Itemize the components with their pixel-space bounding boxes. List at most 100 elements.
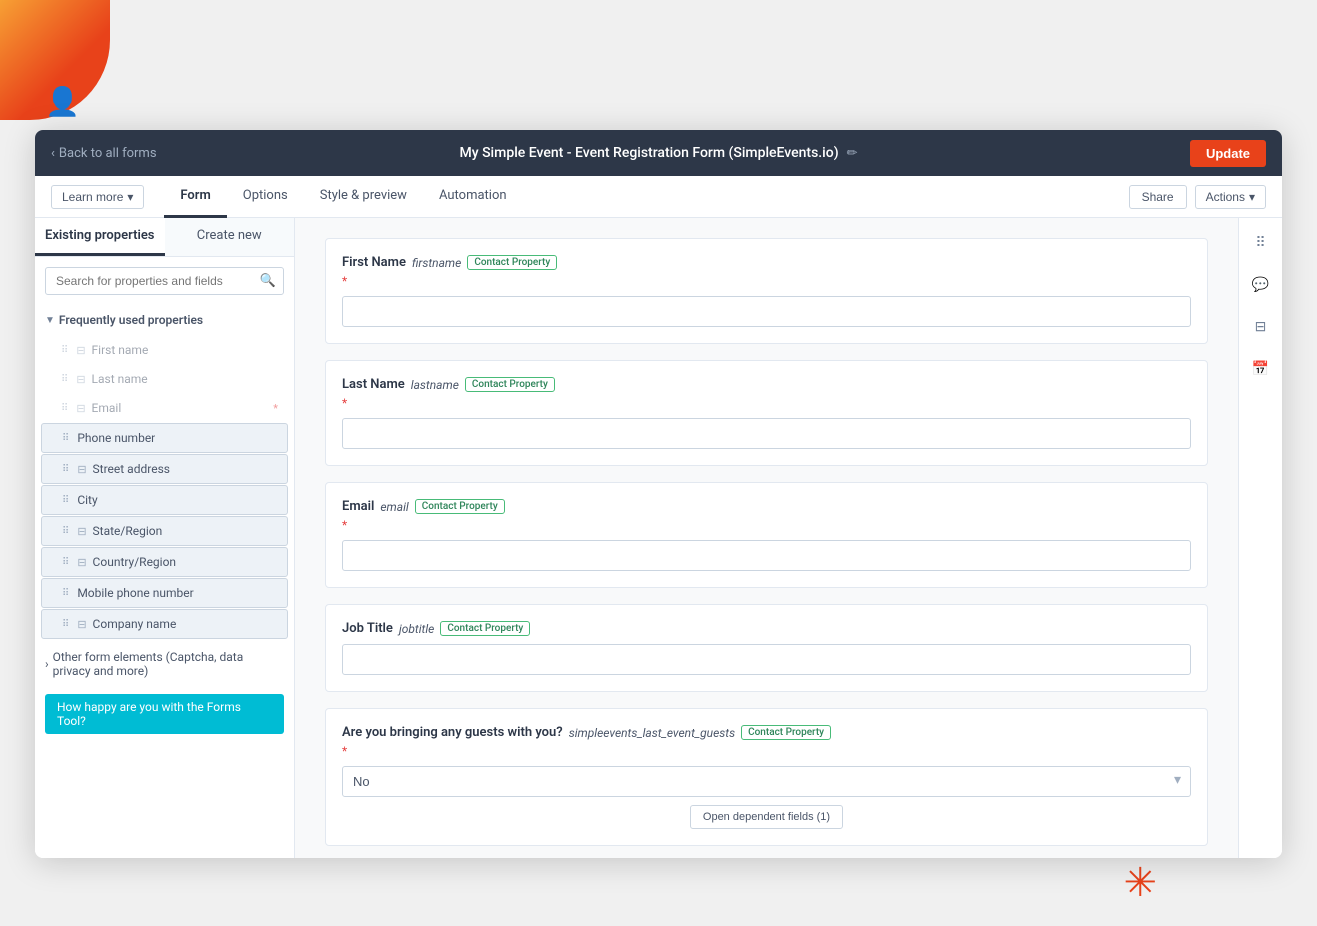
field-api-name: jobtitle (399, 622, 434, 636)
field-label-row: Last Name lastname Contact Property (342, 377, 1191, 392)
share-button[interactable]: Share (1129, 185, 1187, 209)
tab-style-preview[interactable]: Style & preview (304, 176, 423, 218)
list-item[interactable]: ⠿ Mobile phone number (41, 578, 288, 608)
page-title: My Simple Event - Event Registration For… (460, 145, 858, 161)
field-type-icon: ⊟ (77, 556, 86, 569)
layout-icon[interactable]: ⊟ (1246, 312, 1276, 342)
guests-select[interactable]: No Yes, 1 guest Yes, 2+ guests (342, 766, 1191, 797)
jobtitle-input[interactable] (342, 644, 1191, 675)
field-api-name: firstname (412, 256, 461, 270)
list-item[interactable]: ⠿ ⊟ State/Region (41, 516, 288, 546)
field-label-row: Are you bringing any guests with you? si… (342, 725, 1191, 740)
back-chevron-icon: ‹ (51, 146, 55, 161)
list-item[interactable]: ⠿ ⊟ Street address (41, 454, 288, 484)
orange-star-icon: ✳ (1123, 859, 1157, 906)
form-field-email: Email email Contact Property * (325, 482, 1208, 588)
lastname-input[interactable] (342, 418, 1191, 449)
drag-handle-icon: ⠿ (62, 526, 69, 537)
tab-form[interactable]: Form (164, 176, 226, 218)
list-item[interactable]: ⠿ ⊟ Last name (41, 365, 288, 393)
update-button[interactable]: Update (1190, 140, 1266, 167)
field-name: Email (342, 499, 374, 514)
drag-handle-icon: ⠿ (62, 433, 69, 444)
list-item[interactable]: ⠿ ⊟ Country/Region (41, 547, 288, 577)
drag-handle-icon: ⠿ (62, 464, 69, 475)
drag-handle-icon: ⠿ (62, 588, 69, 599)
drag-handle-icon: ⠿ (61, 374, 68, 385)
other-section-label: Other form elements (Captcha, data priva… (53, 650, 284, 678)
field-name: Last Name (342, 377, 405, 392)
contact-property-badge: Contact Property (467, 255, 557, 270)
field-type-icon: ⊟ (76, 344, 85, 357)
person-icon: 👤 (45, 85, 80, 118)
create-new-tab[interactable]: Create new (165, 218, 295, 256)
edit-icon[interactable]: ✏ (847, 146, 858, 161)
required-marker: * (273, 402, 278, 415)
list-item[interactable]: ⠿ ⊟ First name (41, 336, 288, 364)
search-box: 🔍 (45, 267, 284, 295)
right-toolbar: ⠿ 💬 ⊟ 📅 (1238, 218, 1282, 858)
field-api-name: simpleevents_last_event_guests (569, 726, 735, 740)
feedback-bar[interactable]: How happy are you with the Forms Tool? (45, 694, 284, 734)
field-api-name: email (380, 500, 408, 514)
form-area: First Name firstname Contact Property * … (295, 218, 1238, 858)
form-field-firstname: First Name firstname Contact Property * (325, 238, 1208, 344)
property-label: Street address (93, 462, 170, 476)
existing-properties-tab[interactable]: Existing properties (35, 218, 165, 256)
field-name: First Name (342, 255, 406, 270)
tab-options[interactable]: Options (227, 176, 304, 218)
search-input[interactable] (45, 267, 284, 295)
required-star: * (342, 274, 1191, 288)
email-input[interactable] (342, 540, 1191, 571)
property-label: Last name (92, 372, 148, 386)
back-link-label: Back to all forms (59, 146, 157, 161)
list-item[interactable]: ⠿ City (41, 485, 288, 515)
expand-arrow-icon: › (45, 657, 49, 671)
property-label: Company name (93, 617, 177, 631)
field-label-row: Job Title jobtitle Contact Property (342, 621, 1191, 636)
list-item[interactable]: ⠿ ⊟ Company name (41, 609, 288, 639)
collapse-arrow-icon: ▼ (45, 315, 55, 326)
topbar: ‹ Back to all forms My Simple Event - Ev… (35, 130, 1282, 176)
required-star: * (342, 396, 1191, 410)
navtabs-right: Share Actions ▾ (1129, 185, 1266, 209)
firstname-input[interactable] (342, 296, 1191, 327)
drag-handle-icon: ⠿ (62, 619, 69, 630)
field-name: Are you bringing any guests with you? (342, 725, 563, 740)
field-name: Job Title (342, 621, 393, 636)
list-item[interactable]: ⠿ ⊟ Email * (41, 394, 288, 422)
grid-icon[interactable]: ⠿ (1246, 228, 1276, 258)
contact-property-badge: Contact Property (415, 499, 505, 514)
property-label: Email (92, 401, 122, 415)
main-window: ‹ Back to all forms My Simple Event - Ev… (35, 130, 1282, 858)
other-form-elements[interactable]: › Other form elements (Captcha, data pri… (35, 640, 294, 688)
learn-more-button[interactable]: Learn more ▾ (51, 185, 144, 209)
drag-handle-icon: ⠿ (61, 403, 68, 414)
sidebar: Existing properties Create new 🔍 ▼ Frequ… (35, 218, 295, 858)
field-type-icon: ⊟ (76, 402, 85, 415)
tab-automation[interactable]: Automation (423, 176, 523, 218)
calendar-icon[interactable]: 📅 (1246, 354, 1276, 384)
dependent-fields-button[interactable]: Open dependent fields (1) (690, 805, 843, 829)
main-content: Existing properties Create new 🔍 ▼ Frequ… (35, 218, 1282, 858)
field-type-icon: ⊟ (76, 373, 85, 386)
chevron-down-icon: ▾ (1249, 190, 1255, 204)
contact-property-badge: Contact Property (741, 725, 831, 740)
actions-button[interactable]: Actions ▾ (1195, 185, 1266, 209)
property-label: First name (92, 343, 149, 357)
section-header[interactable]: ▼ Frequently used properties (35, 305, 294, 335)
drag-handle-icon: ⠿ (61, 345, 68, 356)
property-label: Phone number (77, 431, 155, 445)
field-type-icon: ⊟ (77, 525, 86, 538)
search-icon: 🔍 (260, 274, 276, 289)
field-type-icon: ⊟ (77, 618, 86, 631)
comment-icon[interactable]: 💬 (1246, 270, 1276, 300)
list-item[interactable]: ⠿ Phone number (41, 423, 288, 453)
field-api-name: lastname (411, 378, 459, 392)
back-link[interactable]: ‹ Back to all forms (51, 146, 157, 161)
required-star: * (342, 518, 1191, 532)
form-field-guests: Are you bringing any guests with you? si… (325, 708, 1208, 846)
contact-property-badge: Contact Property (440, 621, 530, 636)
drag-handle-icon: ⠿ (62, 495, 69, 506)
chevron-down-icon: ▾ (127, 190, 133, 204)
